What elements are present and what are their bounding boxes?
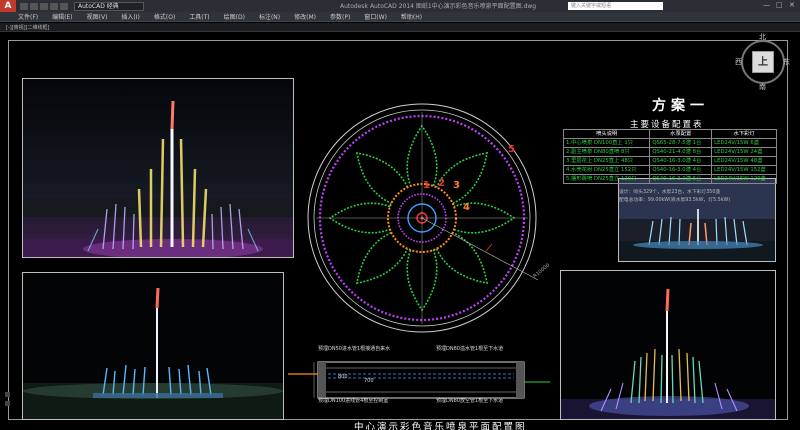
save-icon[interactable] [40, 2, 48, 10]
ring-label-1: 1 [423, 180, 430, 191]
detail-label-drain: 预埋DN80放空管1根至下水道 [436, 398, 504, 404]
ring-label-4: 4 [463, 202, 470, 213]
fountain-plan-drawing[interactable] [300, 76, 560, 336]
drawing-caption: 中心演示彩色音乐喷泉平面配置图 [354, 422, 527, 430]
cell: LED24V/15W 6盏 [711, 138, 777, 148]
cell: LED24V/15W 24盏 [711, 147, 777, 157]
undo-icon[interactable] [50, 2, 58, 10]
detail-label-overflow: 预埋DN80溢水管1根至下水道 [436, 346, 504, 352]
compass-north[interactable]: 北 [759, 32, 766, 42]
ring-label-3: 3 [453, 180, 460, 191]
cell: LED24V/15W 48盏 [711, 156, 777, 166]
table-row: 3.里层花上 DN25直上 48只 QS40-16-3.0潜 4台 LED24V… [562, 156, 777, 166]
window-controls: — □ ✕ [763, 2, 796, 9]
viewport-label[interactable]: [-][俯视][二维线框] [6, 24, 50, 31]
table-row: 2.副主喷泉 DN80直喷 8只 QS40-21-4.0潜 8台 LED24V/… [562, 147, 777, 157]
drawing-canvas[interactable]: 1 2 3 4 5 R10000 预埋DN50进水管1根接通自来水 预埋DN80… [0, 32, 800, 430]
menu-help[interactable]: 帮助(H) [401, 12, 422, 21]
table-row: 1.中心喷泉 DN100直上 1只 QS65-28-7.5潜 1台 LED24V… [562, 138, 777, 148]
cell: QS40-21-4.0潜 8台 [649, 147, 713, 157]
menu-format[interactable]: 格式(O) [154, 12, 175, 21]
close-button[interactable]: ✕ [789, 2, 796, 9]
equipment-table: 喷头说明 水泵配置 水下彩灯 1.中心喷泉 DN100直上 1只 QS65-28… [562, 129, 777, 184]
cell: LED24V/15W 152盏 [711, 165, 777, 175]
menu-modify[interactable]: 修改(M) [294, 12, 316, 21]
fountain-photo-4 [560, 270, 776, 420]
ucs-icon[interactable] [5, 392, 10, 397]
fountain-photo-2 [22, 272, 284, 420]
cell: 5.摆形跳喷 DN25直立 120只 [562, 174, 651, 184]
compass-south[interactable]: 南 [759, 82, 766, 92]
menu-draw[interactable]: 绘图(D) [224, 12, 245, 21]
menu-tools[interactable]: 工具(T) [189, 12, 209, 21]
new-icon[interactable] [20, 2, 28, 10]
table-note-1: 设计：喷头329个，水泵23台，水下彩灯350盏 [619, 190, 721, 195]
quick-access-toolbar [20, 2, 68, 10]
cell: QS40-16-3.0潜 4台 [649, 156, 713, 166]
cell: 2.副主喷泉 DN80直喷 8只 [562, 147, 651, 157]
viewcube-top-face[interactable]: 上 [752, 51, 774, 73]
navigation-icons [5, 392, 10, 406]
cell: QS65-28-7.5潜 1台 [649, 138, 713, 148]
cell: QS40-16-3.0潜 4台 [649, 165, 713, 175]
petal-outline [355, 231, 409, 285]
app-menu-button[interactable]: A [0, 0, 16, 12]
table-row: 5.摆形跳喷 DN25直立 120只 QS40-16-3.0潜 6台 LED24… [562, 174, 777, 184]
menu-parameters[interactable]: 参数(P) [330, 12, 350, 21]
cell: 1.中心喷泉 DN100直上 1只 [562, 138, 651, 148]
menu-file[interactable]: 文件(F) [18, 12, 38, 21]
maximize-button[interactable]: □ [776, 2, 783, 9]
detail-dim-800: 800 [338, 374, 348, 380]
table-row: 4.水壳花射 DN25直立 152只 QS40-16-3.0潜 4台 LED24… [562, 165, 777, 175]
viewcube[interactable]: 上 北 南 西 东 [733, 32, 793, 92]
cell: 4.水壳花射 DN25直立 152只 [562, 165, 651, 175]
menu-dimension[interactable]: 标注(N) [259, 12, 280, 21]
col-header-nozzle: 喷头说明 [562, 129, 651, 139]
compass-east[interactable]: 东 [783, 57, 790, 67]
pan-icon[interactable] [5, 401, 10, 406]
menu-window[interactable]: 窗口(W) [364, 12, 387, 21]
redo-icon[interactable] [60, 2, 68, 10]
compass-west[interactable]: 西 [735, 57, 742, 67]
plan-title: 方案一 [652, 98, 709, 114]
detail-dim-700: 700 [364, 378, 374, 384]
minimize-button[interactable]: — [763, 2, 770, 9]
ring-label-2: 2 [438, 178, 445, 189]
window-title: Autodesk AutoCAD 2014 图纸1中心演示彩色音乐喷泉平面配置图… [340, 3, 537, 10]
search-input[interactable]: 键入关键字或短语 [568, 2, 663, 10]
autocad-window: A AutoCAD 经典 Autodesk AutoCAD 2014 图纸1中心… [0, 0, 800, 430]
fountain-photo-1 [22, 78, 294, 258]
cell: 3.里层花上 DN25直上 48只 [562, 156, 651, 166]
menu-insert[interactable]: 插入(I) [121, 12, 139, 21]
menu-bar: 文件(F) 编辑(E) 视图(V) 插入(I) 格式(O) 工具(T) 绘图(D… [0, 12, 800, 22]
viewport-controls[interactable]: [-][俯视][二维线框] [0, 23, 800, 32]
open-icon[interactable] [30, 2, 38, 10]
detail-label-conduit: 预埋DN100进线管4根至控制室 [318, 398, 389, 404]
title-bar: A AutoCAD 经典 Autodesk AutoCAD 2014 图纸1中心… [0, 0, 800, 12]
petal-outline [435, 231, 489, 285]
cell: LED24V/15W 120盏 [711, 174, 777, 184]
workspace-select[interactable]: AutoCAD 经典 [74, 1, 144, 11]
detail-label-inlet: 预埋DN50进水管1根接通自来水 [318, 346, 391, 352]
menu-edit[interactable]: 编辑(E) [52, 12, 72, 21]
menu-view[interactable]: 视图(V) [87, 12, 108, 21]
petal-outline [355, 151, 409, 205]
col-header-pump: 水泵配置 [649, 129, 713, 139]
table-note-2: 配电总功率：99.00kW(喷水泵93.5kW，灯5.5kW) [619, 198, 731, 203]
ring-label-5: 5 [508, 144, 515, 155]
cell: QS40-16-3.0潜 6台 [649, 174, 713, 184]
col-header-light: 水下彩灯 [711, 129, 777, 139]
